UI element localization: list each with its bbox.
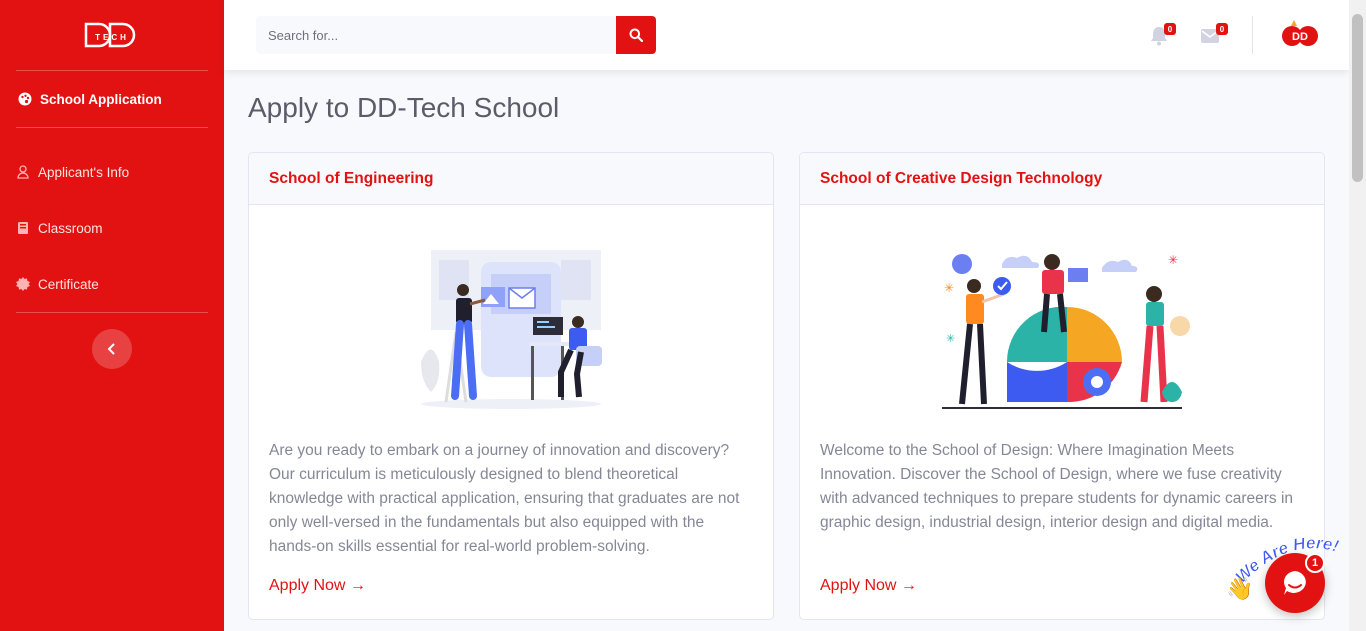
search-button[interactable] bbox=[616, 16, 656, 54]
sidebar-item-label: Applicant's Info bbox=[38, 164, 130, 180]
svg-text:✳: ✳ bbox=[946, 333, 955, 345]
sidebar-item-certificate[interactable]: Certificate bbox=[0, 256, 224, 312]
sidebar-item-label: Certificate bbox=[38, 276, 99, 292]
avatar-logo-icon: DD bbox=[1282, 20, 1318, 46]
card-description: Welcome to the School of Design: Where I… bbox=[820, 442, 1294, 531]
sidebar-item-school-application[interactable]: School Application bbox=[0, 71, 224, 127]
apply-now-design-link[interactable]: Apply Now → bbox=[820, 577, 917, 595]
alerts-count-badge: 0 bbox=[1164, 23, 1176, 35]
user-icon bbox=[16, 165, 30, 179]
svg-text:✳: ✳ bbox=[944, 281, 954, 295]
book-icon bbox=[16, 221, 30, 235]
alerts-button[interactable]: 0 bbox=[1148, 23, 1176, 46]
svg-text:✳: ✳ bbox=[1168, 253, 1178, 267]
sidebar: TECH School Application Applicant's Info… bbox=[0, 0, 224, 631]
chat-icon bbox=[1284, 571, 1306, 595]
sidebar-item-label: Classroom bbox=[38, 220, 103, 236]
card-title: School of Engineering bbox=[249, 153, 773, 205]
messages-button[interactable]: 0 bbox=[1200, 23, 1228, 46]
waving-hand-icon: 👋 bbox=[1226, 576, 1254, 601]
user-avatar[interactable]: DD bbox=[1280, 18, 1322, 52]
search-icon bbox=[629, 28, 643, 42]
sidebar-divider bbox=[16, 312, 208, 313]
brand-logo[interactable]: TECH bbox=[0, 0, 224, 70]
topbar-divider bbox=[1252, 16, 1253, 54]
chat-unread-badge: 1 bbox=[1305, 553, 1325, 573]
card-description: Are you ready to embark on a journey of … bbox=[269, 442, 740, 555]
dd-tech-logo-icon: TECH bbox=[84, 22, 136, 48]
palette-icon bbox=[18, 92, 32, 106]
messages-count-badge: 0 bbox=[1216, 23, 1228, 35]
card-title: School of Creative Design Technology bbox=[800, 153, 1324, 205]
sidebar-item-label: School Application bbox=[40, 91, 162, 107]
sidebar-item-applicants-info[interactable]: Applicant's Info bbox=[0, 144, 224, 200]
apply-now-engineering-link[interactable]: Apply Now → bbox=[269, 577, 366, 595]
certificate-icon bbox=[16, 277, 30, 291]
scrollbar-thumb[interactable] bbox=[1352, 14, 1363, 182]
school-card-engineering: School of Engineering Are you ready to e… bbox=[248, 152, 774, 620]
search-input[interactable] bbox=[256, 16, 616, 54]
svg-text:DD: DD bbox=[1292, 31, 1308, 43]
page-title: Apply to DD-Tech School bbox=[248, 92, 560, 123]
sidebar-item-classroom[interactable]: Classroom bbox=[0, 200, 224, 256]
sidebar-toggle-button[interactable] bbox=[92, 329, 132, 369]
search-form bbox=[256, 16, 656, 54]
svg-text:TECH: TECH bbox=[95, 33, 129, 42]
design-illustration: ✳ ✳ ✳ bbox=[800, 205, 1324, 429]
page-scrollbar[interactable] bbox=[1349, 0, 1366, 631]
engineering-illustration bbox=[249, 205, 773, 429]
topbar: 0 0 DD bbox=[224, 0, 1349, 70]
chevron-left-icon bbox=[107, 343, 115, 355]
